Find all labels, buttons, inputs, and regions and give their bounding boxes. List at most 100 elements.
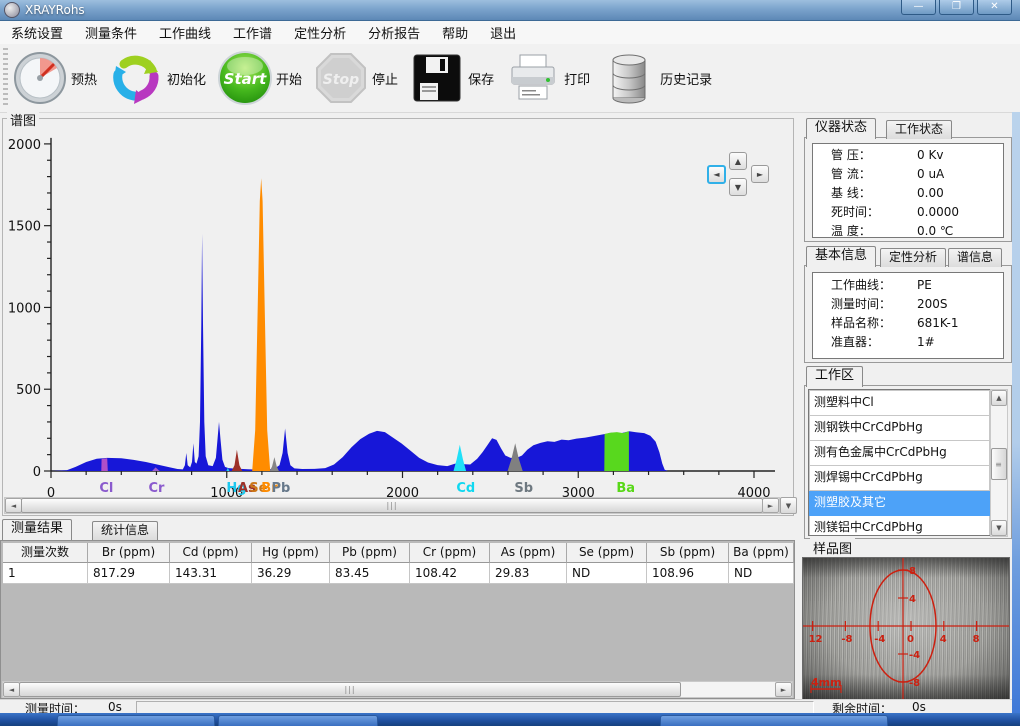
basic-info-field-row-1: 测量时间：200S — [813, 295, 1003, 314]
workspace-item-2[interactable]: 测有色金属中CrCdPbHg — [809, 441, 990, 466]
instrument-field-row-0: 管 压： 0 Kv — [813, 146, 1003, 165]
svg-text:Start: Start — [224, 70, 267, 88]
pan-right-button[interactable]: ► — [751, 165, 769, 183]
sample-image: 12-8-404884-4-84mm — [802, 557, 1010, 701]
taskbar-button[interactable] — [218, 715, 378, 726]
toolbar-label-6: 历史记录 — [660, 69, 712, 88]
basic-info-field-label-0: 工作曲线： — [831, 276, 909, 295]
chart-h-scrollbar[interactable]: ◄ ||| ► — [4, 497, 780, 514]
menu-item-0[interactable]: 系统设置 — [0, 21, 74, 44]
workspace-scrollbar[interactable]: ▲ ≡ ▼ — [990, 389, 1008, 537]
results-row-0[interactable]: 1817.29143.3136.2983.45108.4229.83ND108.… — [3, 563, 794, 584]
instrument-field-row-4: 温 度： 0.0 ℃ — [813, 222, 1003, 241]
basic-info-field-value-2: 681K-1 — [917, 314, 958, 333]
svg-text:0: 0 — [47, 486, 55, 497]
instrument-field-value-4: 0.0 ℃ — [917, 222, 953, 241]
menu-item-5[interactable]: 分析报告 — [357, 21, 431, 44]
workspace-list: 测塑料中Cl测钢铁中CrCdPbHg测有色金属中CrCdPbHg测焊锡中CrCd… — [808, 389, 991, 536]
instrument-status-panel: 管 压：0 Kv管 流：0 uA基 线：0.00死时间：0.0000温 度：0.… — [804, 137, 1012, 242]
toolbar-button-5[interactable]: 打印 — [504, 49, 594, 107]
basic-info-field-label-3: 准直器： — [831, 333, 909, 352]
basic-info-field-value-1: 200S — [917, 295, 948, 314]
results-header-5: Cr (ppm) — [410, 543, 490, 563]
chart-scroll-left-button[interactable]: ◄ — [5, 498, 22, 513]
menu-item-1[interactable]: 测量条件 — [74, 21, 148, 44]
minimize-button[interactable]: — — [901, 0, 936, 15]
menu-item-7[interactable]: 退出 — [479, 21, 527, 44]
toolbar-button-3[interactable]: Stop停止 — [312, 49, 402, 107]
save-icon — [408, 49, 466, 107]
menu-item-6[interactable]: 帮助 — [431, 21, 479, 44]
workspace-scroll-up-button[interactable]: ▲ — [991, 390, 1007, 406]
close-button[interactable]: ✕ — [977, 0, 1012, 15]
svg-text:4000: 4000 — [737, 486, 770, 497]
window-right-border — [1012, 112, 1020, 713]
results-cell-0-2: 143.31 — [170, 563, 252, 584]
instrument-field-label-0: 管 压： — [831, 146, 909, 165]
toolbar-button-0[interactable]: 预热 — [11, 49, 101, 107]
results-cell-0-4: 83.45 — [330, 563, 410, 584]
svg-text:8: 8 — [973, 634, 980, 645]
spectrum-chart: 050010001500200001000200030004000ClCrHgA… — [3, 119, 793, 497]
results-header-0: 测量次数 — [3, 543, 88, 563]
svg-text:Ba: Ba — [616, 481, 635, 496]
workspace-scroll-down-button[interactable]: ▼ — [991, 520, 1007, 536]
tab-qualitative[interactable]: 定性分析 — [880, 248, 946, 267]
workspace-item-3[interactable]: 测焊锡中CrCdPbHg — [809, 466, 990, 491]
tab-workspace[interactable]: 工作区 — [806, 366, 863, 387]
results-header-6: As (ppm) — [490, 543, 567, 563]
results-scroll-left-button[interactable]: ◄ — [3, 682, 20, 697]
chart-scroll-thumb[interactable]: ||| — [21, 498, 763, 513]
menu-item-3[interactable]: 工作谱 — [222, 21, 283, 44]
menu-item-4[interactable]: 定性分析 — [283, 21, 357, 44]
tab-results[interactable]: 测量结果 — [2, 519, 72, 540]
instrument-field-label-4: 温 度： — [831, 222, 909, 241]
pan-left-button[interactable]: ◄ — [707, 165, 726, 184]
workspace-item-0[interactable]: 测塑料中Cl — [809, 390, 990, 416]
maximize-button[interactable]: ❐ — [939, 0, 974, 15]
chart-scroll-right-button[interactable]: ► — [762, 498, 779, 513]
svg-text:0: 0 — [907, 634, 914, 645]
results-scroll-thumb[interactable]: ||| — [19, 682, 681, 697]
toolbar-button-2[interactable]: Start开始 — [216, 49, 306, 107]
toolbar-button-1[interactable]: 初始化 — [107, 49, 210, 107]
workspace-scroll-thumb[interactable]: ≡ — [991, 448, 1007, 480]
instrument-field-value-1: 0 uA — [917, 165, 944, 184]
app-icon — [4, 2, 20, 18]
instrument-field-value-0: 0 Kv — [917, 146, 943, 165]
svg-text:Cr: Cr — [148, 481, 165, 496]
tab-spectrum-info[interactable]: 谱信息 — [948, 248, 1002, 267]
results-scroll-right-button[interactable]: ► — [775, 682, 792, 697]
results-panel: 测量次数Br (ppm)Cd (ppm)Hg (ppm)Pb (ppm)Cr (… — [0, 540, 795, 699]
instrument-status-fields: 管 压：0 Kv管 流：0 uA基 线：0.00死时间：0.0000温 度：0.… — [812, 143, 1004, 238]
toolbar-label-0: 预热 — [71, 69, 97, 88]
tab-statistics[interactable]: 统计信息 — [92, 521, 158, 540]
toolbar-label-4: 保存 — [468, 69, 494, 88]
taskbar-button[interactable] — [57, 715, 215, 726]
start-icon: Start — [216, 49, 274, 107]
chart-scroll-down-button[interactable]: ▼ — [780, 497, 797, 514]
results-h-scrollbar[interactable]: ◄ ||| ► — [2, 681, 793, 698]
tab-work-status[interactable]: 工作状态 — [886, 120, 952, 139]
workspace-item-1[interactable]: 测钢铁中CrCdPbHg — [809, 416, 990, 441]
workspace-item-4[interactable]: 测塑胶及其它 — [809, 491, 990, 516]
basic-info-field-value-0: PE — [917, 276, 932, 295]
basic-info-field-row-0: 工作曲线： PE — [813, 276, 1003, 295]
toolbar-button-4[interactable]: 保存 — [408, 49, 498, 107]
results-table: 测量次数Br (ppm)Cd (ppm)Hg (ppm)Pb (ppm)Cr (… — [3, 543, 794, 584]
instrument-field-row-3: 死时间：0.0000 — [813, 203, 1003, 222]
status-bar: 测量时间： 0s 剩余时间： 0s — [0, 699, 1020, 714]
menu-item-2[interactable]: 工作曲线 — [148, 21, 222, 44]
taskbar-button[interactable] — [660, 715, 888, 726]
svg-text:12: 12 — [809, 634, 823, 645]
remain-time-value: 0s — [912, 700, 926, 714]
svg-text:1000: 1000 — [8, 301, 41, 316]
pan-down-button[interactable]: ▼ — [729, 178, 747, 196]
pan-up-button[interactable]: ▲ — [729, 152, 747, 170]
toolbar-button-6[interactable]: 历史记录 — [600, 49, 716, 107]
tab-instrument-status[interactable]: 仪器状态 — [806, 118, 876, 139]
tab-basic-info[interactable]: 基本信息 — [806, 246, 876, 267]
series-As-region — [232, 450, 243, 471]
workspace-item-5[interactable]: 测镁铝中CrCdPbHg — [809, 516, 990, 536]
instrument-field-label-2: 基 线： — [831, 184, 909, 203]
